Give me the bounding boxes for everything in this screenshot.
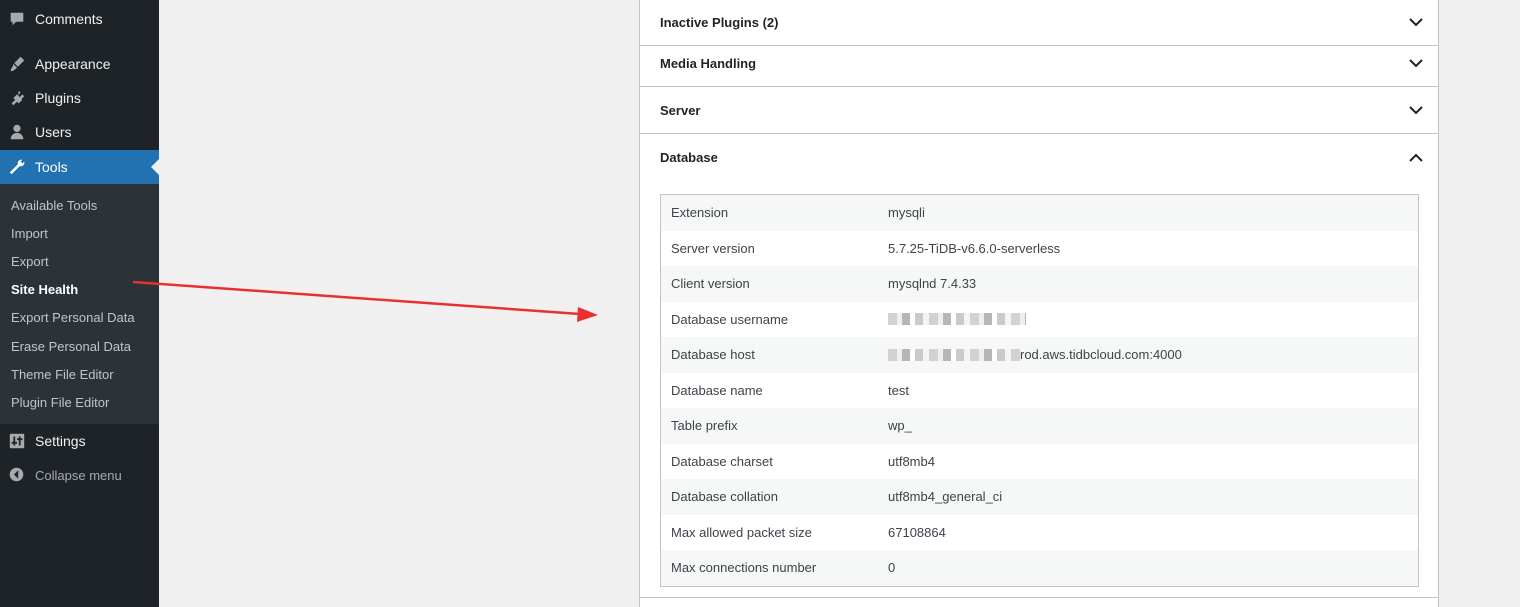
comments-icon	[7, 9, 27, 29]
active-indicator	[151, 159, 159, 175]
submenu-plugin-file-editor[interactable]: Plugin File Editor	[11, 395, 109, 410]
row-value: 5.7.25-TiDB-v6.6.0-serverless	[888, 240, 1061, 256]
menu-item-plugins[interactable]: Plugins	[0, 81, 159, 115]
menu-label: Appearance	[35, 56, 111, 72]
row-label: Client version	[671, 276, 750, 292]
accordion-title: Server	[660, 102, 701, 118]
redacted-host-prefix	[888, 348, 1020, 361]
row-label: Database collation	[671, 489, 778, 505]
accordion-title: Media Handling	[660, 55, 757, 71]
collapse-menu-button[interactable]: Collapse menu	[0, 462, 159, 488]
menu-label: Comments	[35, 11, 103, 27]
row-label: Database username	[671, 311, 789, 327]
menu-label: Users	[35, 124, 72, 140]
chevron-down-icon	[1408, 14, 1424, 30]
menu-item-comments[interactable]: Comments	[0, 2, 159, 36]
menu-item-settings[interactable]: Settings	[0, 424, 159, 458]
settings-icon	[7, 431, 27, 451]
collapse-icon	[8, 466, 26, 484]
accordion-database[interactable]: Database	[640, 134, 1438, 181]
database-info-table: Extension mysqli Server version 5.7.25-T…	[660, 194, 1419, 587]
menu-item-appearance[interactable]: Appearance	[0, 47, 159, 81]
menu-label: Plugins	[35, 90, 81, 106]
accordion-title: Inactive Plugins (2)	[660, 14, 779, 30]
submenu-available-tools[interactable]: Available Tools	[11, 198, 97, 213]
submenu-export[interactable]: Export	[11, 254, 49, 269]
row-value: rod.aws.tidbcloud.com:4000	[888, 347, 1418, 362]
row-value	[888, 313, 1418, 326]
row-label: Max connections number	[671, 560, 817, 576]
table-row: Database host rod.aws.tidbcloud.com:4000	[661, 337, 1418, 373]
table-row: Table prefix wp_	[661, 408, 1418, 444]
submenu-export-personal-data[interactable]: Export Personal Data	[11, 310, 135, 325]
menu-label: Settings	[35, 433, 86, 449]
table-row: Database name test	[661, 373, 1418, 409]
table-row: Server version 5.7.25-TiDB-v6.6.0-server…	[661, 231, 1418, 267]
table-row: Max connections number 0	[661, 550, 1418, 586]
chevron-down-icon	[1408, 102, 1424, 118]
appearance-icon	[7, 54, 27, 74]
submenu-site-health[interactable]: Site Health	[11, 282, 78, 297]
menu-item-tools[interactable]: Tools	[0, 150, 159, 184]
row-value: mysqli	[888, 205, 925, 221]
table-row: Database collation utf8mb4_general_ci	[661, 479, 1418, 515]
tools-icon	[7, 157, 27, 177]
row-value: 67108864	[888, 524, 946, 540]
redacted-username	[888, 313, 1026, 326]
row-label: Table prefix	[671, 418, 738, 434]
row-label: Database name	[671, 382, 763, 398]
submenu-import[interactable]: Import	[11, 226, 48, 241]
table-row: Database charset utf8mb4	[661, 444, 1418, 480]
row-value: mysqlnd 7.4.33	[888, 276, 977, 292]
admin-sidebar: Comments Appearance Plugins Users Tools …	[0, 0, 159, 607]
table-row: Max allowed packet size 67108864	[661, 515, 1418, 551]
row-value: 0	[888, 560, 896, 576]
row-label: Database charset	[671, 453, 773, 469]
menu-label: Tools	[35, 159, 68, 175]
accordion-media-handling[interactable]: Media Handling	[640, 40, 1438, 87]
table-row: Extension mysqli	[661, 195, 1418, 231]
users-icon	[7, 122, 27, 142]
site-health-info-panel: Inactive Plugins (2) Media Handling Serv…	[639, 0, 1439, 607]
plugins-icon	[7, 88, 27, 108]
accordion-server[interactable]: Server	[640, 87, 1438, 134]
table-row: Database username	[661, 302, 1418, 338]
host-suffix: rod.aws.tidbcloud.com:4000	[1020, 347, 1182, 363]
row-label: Extension	[671, 205, 729, 221]
tools-submenu: Available Tools Import Export Site Healt…	[0, 184, 159, 424]
row-label: Server version	[671, 240, 755, 256]
submenu-erase-personal-data[interactable]: Erase Personal Data	[11, 339, 131, 354]
next-section-divider	[640, 597, 1438, 598]
row-value: wp_	[888, 418, 912, 434]
row-value: utf8mb4_general_ci	[888, 489, 1003, 505]
row-label: Database host	[671, 347, 755, 363]
row-value: utf8mb4	[888, 453, 935, 469]
table-row: Client version mysqlnd 7.4.33	[661, 266, 1418, 302]
menu-item-users[interactable]: Users	[0, 115, 159, 149]
submenu-theme-file-editor[interactable]: Theme File Editor	[11, 367, 114, 382]
accordion-title: Database	[660, 150, 718, 165]
chevron-down-icon	[1408, 55, 1424, 71]
chevron-up-icon	[1408, 150, 1424, 166]
collapse-label: Collapse menu	[35, 467, 122, 483]
row-value: test	[888, 382, 909, 398]
row-label: Max allowed packet size	[671, 524, 812, 540]
